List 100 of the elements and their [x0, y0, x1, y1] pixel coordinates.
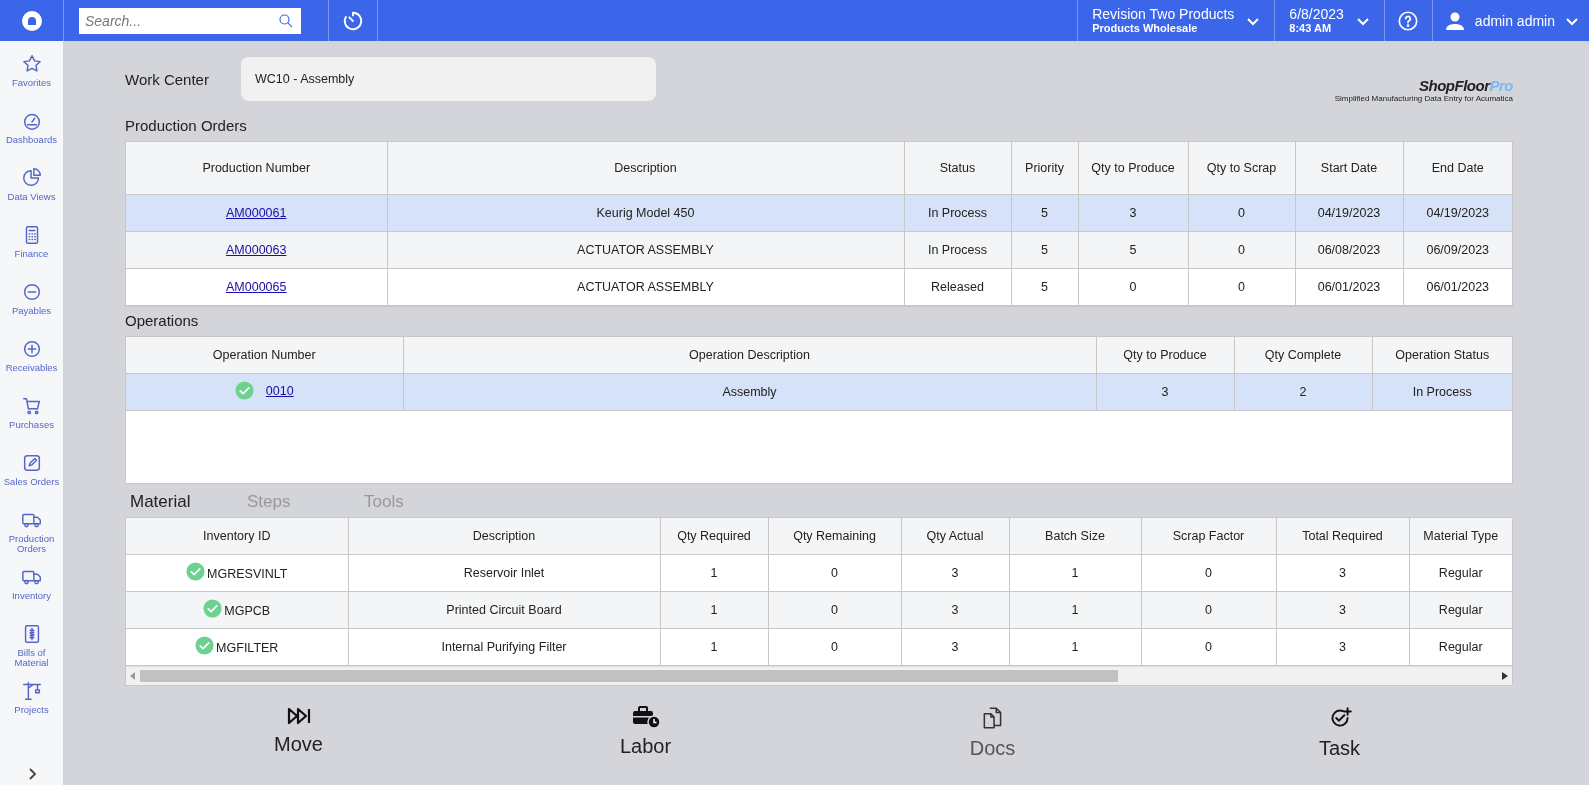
sidebar-item[interactable]: Bills of Material: [0, 623, 63, 680]
table-cell: 06/08/2023: [1295, 231, 1403, 269]
order-link[interactable]: AM000065: [226, 280, 287, 294]
column-header: Status: [904, 142, 1011, 195]
star-icon: [20, 53, 43, 75]
table-cell: 1: [1009, 554, 1141, 592]
column-header: Total Required: [1276, 518, 1409, 555]
table-cell: MGRESVINLT: [207, 567, 288, 581]
section-title: Production Orders: [125, 117, 248, 134]
action-button[interactable]: Task: [1166, 704, 1513, 761]
column-header: End Date: [1403, 142, 1512, 195]
brand-tagline: Simplified Manufacturing Data Entry for Acumatica: [1334, 94, 1513, 103]
user-icon: [1444, 10, 1465, 31]
sidebar-item[interactable]: Purchases: [0, 395, 63, 452]
order-link[interactable]: AM000061: [226, 206, 287, 220]
column-header: Inventory ID: [126, 518, 348, 555]
scroll-right-icon[interactable]: [1502, 672, 1508, 680]
column-header: Batch Size: [1009, 518, 1141, 555]
sidebar-item[interactable]: Inventory: [0, 566, 63, 623]
cart-icon: [20, 395, 43, 417]
table-cell: 1: [1009, 591, 1141, 629]
column-header: Production Number: [126, 142, 387, 195]
tab[interactable]: Material: [130, 492, 247, 512]
column-header: Qty Complete: [1234, 337, 1372, 374]
table-cell: 3: [1276, 628, 1409, 666]
column-header: Description: [348, 518, 660, 555]
column-header: Operation Description: [403, 337, 1096, 374]
column-header: Qty to Produce: [1096, 337, 1234, 374]
table-cell: ACTUATOR ASSEMBLY: [387, 231, 904, 269]
sidebar-item[interactable]: Dashboards: [0, 110, 63, 167]
table-cell: 3: [1276, 554, 1409, 592]
action-button[interactable]: Move: [125, 704, 472, 761]
sidebar-item[interactable]: Sales Orders: [0, 452, 63, 509]
action-button[interactable]: Labor: [472, 704, 819, 761]
sidebar-item[interactable]: Payables: [0, 281, 63, 338]
scroll-left-icon[interactable]: [130, 672, 136, 680]
table-cell: Keurig Model 450: [387, 194, 904, 232]
crane-icon: [20, 680, 43, 702]
table-cell: 0: [1188, 268, 1295, 306]
column-header: Qty to Produce: [1078, 142, 1188, 195]
table-cell: Internal Purifying Filter: [348, 628, 660, 666]
sidebar-item[interactable]: Favorites: [0, 53, 63, 110]
table-cell: 06/01/2023: [1295, 268, 1403, 306]
column-header: Qty Remaining: [768, 518, 901, 555]
sidebar-item[interactable]: Projects: [0, 680, 63, 737]
table-cell: 0: [768, 591, 901, 629]
column-header: Operation Status: [1372, 337, 1512, 374]
sidebar-item[interactable]: Receivables: [0, 338, 63, 395]
operation-link[interactable]: 0010: [265, 383, 294, 398]
table-cell: 0: [768, 628, 901, 666]
table-cell: MGPCB: [224, 604, 271, 618]
sidebar-item[interactable]: Production Orders: [0, 509, 63, 566]
table-cell: Assembly: [403, 373, 1096, 411]
table-cell: 2: [1234, 373, 1372, 411]
skip-forward-icon: [286, 705, 311, 727]
order-link[interactable]: AM000063: [226, 243, 287, 257]
table-cell: 1: [660, 591, 768, 629]
table-cell: Regular: [1409, 554, 1512, 592]
table-cell: 0: [1078, 268, 1188, 306]
table-cell: 1: [660, 554, 768, 592]
sidebar-item[interactable]: Data Views: [0, 167, 63, 224]
timer-icon[interactable]: [342, 9, 364, 32]
table-cell: 0: [768, 554, 901, 592]
table-cell: 0: [1141, 591, 1276, 629]
table-cell: Regular: [1409, 591, 1512, 629]
table-cell: 1: [660, 628, 768, 666]
table-cell: 3: [1078, 194, 1188, 232]
column-header: Qty Actual: [901, 518, 1009, 555]
table-cell: 04/19/2023: [1295, 194, 1403, 232]
table-cell: 0: [1141, 554, 1276, 592]
help-icon: [1397, 9, 1420, 32]
column-header: Qty to Scrap: [1188, 142, 1295, 195]
table-cell: Reservoir Inlet: [348, 554, 660, 592]
app-logo-icon[interactable]: [20, 9, 43, 32]
table-cell: 0: [1188, 194, 1295, 232]
section-title: Operations: [125, 312, 200, 329]
table-cell: MGFILTER: [216, 641, 279, 655]
column-header: Scrap Factor: [1141, 518, 1276, 555]
horizontal-scrollbar[interactable]: [126, 666, 1512, 685]
table-cell: Released: [904, 268, 1011, 306]
column-header: Qty Required: [660, 518, 768, 555]
column-header: Start Date: [1295, 142, 1403, 195]
column-header: Operation Number: [126, 337, 403, 374]
sidebar-item[interactable]: Finance: [0, 224, 63, 281]
column-header: Description: [387, 142, 904, 195]
table-cell: 5: [1011, 268, 1078, 306]
table-cell: 3: [901, 591, 1009, 629]
work-center-field[interactable]: WC10 - Assembly: [241, 57, 656, 101]
search-icon: [277, 11, 295, 30]
search-field[interactable]: Search...: [79, 7, 301, 34]
table-cell: 3: [1096, 373, 1234, 411]
table-cell: 3: [1276, 591, 1409, 629]
table-cell: 0: [1188, 231, 1295, 269]
table-cell: 04/19/2023: [1403, 194, 1512, 232]
table-cell: ACTUATOR ASSEMBLY: [387, 268, 904, 306]
table-cell: In Process: [904, 194, 1011, 232]
table-cell: 06/09/2023: [1403, 231, 1512, 269]
field-label: Work Center: [125, 70, 210, 88]
briefcase-clock-icon: [630, 705, 661, 729]
table-cell: 3: [901, 554, 1009, 592]
